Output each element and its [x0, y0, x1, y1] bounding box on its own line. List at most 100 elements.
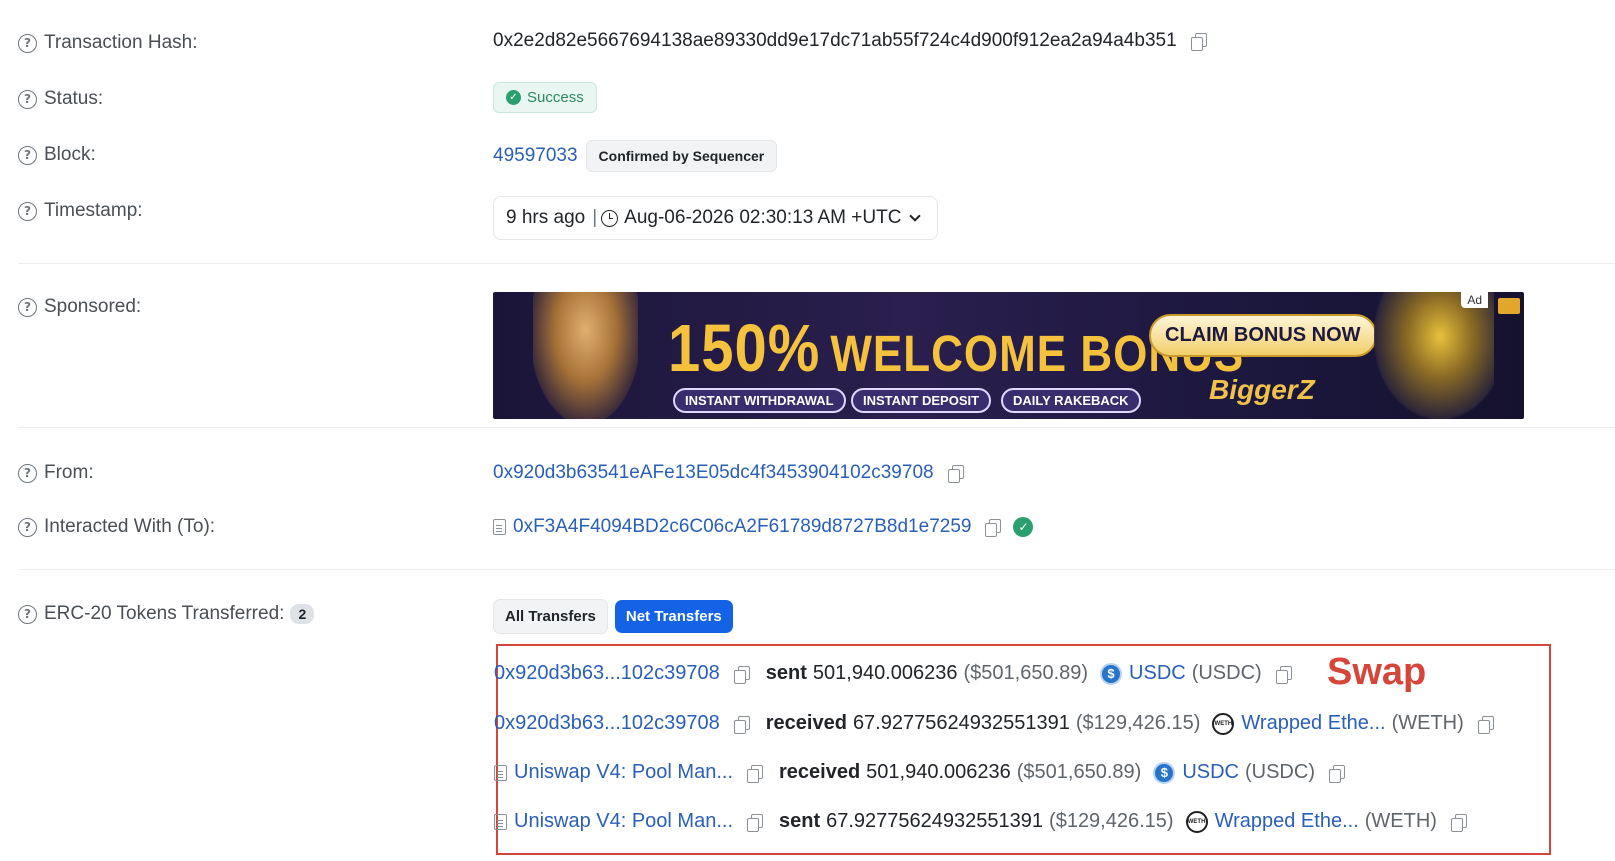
token-link[interactable]: USDC — [1129, 662, 1186, 685]
sponsored-banner[interactable]: 150% WELCOME BONUS CLAIM BONUS NOW INSTAN… — [493, 292, 1524, 419]
timestamp-value-row: 9 hrs ago | Aug-06-2026 02:30:13 AM +UTC — [493, 196, 939, 240]
timestamp-absolute: Aug-06-2026 02:30:13 AM +UTC — [624, 207, 902, 228]
transfer-amount: 67.92775624932551391 — [826, 810, 1044, 832]
ad-pill-rakeback: DAILY RAKEBACK — [1001, 388, 1141, 413]
check-circle-icon: ✓ — [506, 90, 521, 105]
transfer-usd: ($501,650.89) — [963, 662, 1089, 684]
from-address-link[interactable]: 0x920d3b63541eAFe13E05dc4f3453904102c397… — [493, 462, 934, 484]
contract-file-icon — [493, 519, 506, 535]
confirmation-badge: Confirmed by Sequencer — [585, 140, 778, 172]
transfer-usd: ($129,426.15) — [1049, 810, 1174, 832]
sponsored-label: ? Sponsored: — [18, 296, 141, 318]
token-link[interactable]: Wrapped Ethe... — [1215, 810, 1359, 833]
ad-model-image — [533, 292, 638, 419]
to-value-row: 0xF3A4F4094BD2c6C06cA2F61789d8727B8d1e72… — [493, 516, 1034, 538]
section-divider — [18, 427, 1615, 428]
tab-all-transfers[interactable]: All Transfers — [493, 599, 608, 634]
copy-icon[interactable] — [1190, 33, 1207, 51]
swap-annotation: Swap — [1327, 651, 1427, 693]
transfer-tabs: All Transfers Net Transfers — [493, 599, 733, 634]
transfer-action: received — [765, 712, 847, 734]
ad-brand-logo: BiggerZ — [1209, 374, 1315, 405]
transfer-amount: 67.92775624932551391 — [852, 712, 1070, 734]
help-icon[interactable]: ? — [18, 201, 37, 221]
status-value-row: ✓ Success — [493, 82, 597, 113]
copy-icon[interactable] — [985, 519, 1002, 537]
tab-net-transfers[interactable]: Net Transfers — [614, 600, 733, 633]
to-label: ? Interacted With (To): — [18, 516, 215, 538]
section-divider — [18, 263, 1615, 264]
transfer-party-link[interactable]: 0x920d3b63...102c39708 — [494, 712, 720, 735]
help-icon[interactable]: ? — [18, 89, 37, 109]
tx-hash-value: 0x2e2d82e5667694138ae89330dd9e17dc71ab55… — [493, 30, 1177, 51]
transfer-row: 0x920d3b63...102c39708 sent 501,940.0062… — [494, 662, 1292, 685]
copy-icon[interactable] — [747, 764, 763, 783]
token-symbol: (WETH) — [1391, 712, 1464, 734]
block-number-link[interactable]: 49597033 — [493, 145, 578, 167]
ad-tag: Ad — [1461, 292, 1488, 308]
erc20-label: ? ERC-20 Tokens Transferred: 2 — [18, 603, 315, 625]
transfer-usd: ($129,426.15) — [1075, 712, 1201, 734]
weth-icon: WETH — [1185, 810, 1208, 833]
copy-icon[interactable] — [747, 813, 763, 832]
timestamp-label: ? Timestamp: — [18, 200, 143, 222]
chevron-down-icon — [909, 210, 922, 222]
transfer-party-link[interactable]: Uniswap V4: Pool Man... — [514, 761, 733, 784]
verified-check-icon: ✓ — [1013, 517, 1034, 537]
copy-icon[interactable] — [733, 715, 750, 734]
transfer-action: received — [779, 761, 861, 783]
from-value-row: 0x920d3b63541eAFe13E05dc4f3453904102c397… — [493, 462, 964, 484]
timestamp-relative: 9 hrs ago — [506, 207, 586, 228]
block-value-row: 49597033 Confirmed by Sequencer — [493, 140, 778, 172]
transfer-row: 0x920d3b63...102c39708 received 67.92775… — [494, 712, 1494, 735]
usdc-icon: $ — [1100, 662, 1123, 685]
help-icon[interactable]: ? — [18, 297, 37, 317]
help-icon[interactable]: ? — [18, 145, 37, 165]
section-divider — [18, 569, 1615, 570]
transfer-row: Uniswap V4: Pool Man... received 501,940… — [494, 761, 1345, 784]
token-link[interactable]: Wrapped Ethe... — [1241, 712, 1385, 735]
ad-pill-deposit: INSTANT DEPOSIT — [851, 388, 992, 413]
tx-hash-value-row: 0x2e2d82e5667694138ae89330dd9e17dc71ab55… — [493, 30, 1207, 52]
contract-file-icon — [494, 764, 507, 781]
status-label: ? Status: — [18, 88, 103, 110]
from-label: ? From: — [18, 462, 94, 484]
transfer-row: Uniswap V4: Pool Man... sent 67.92775624… — [494, 810, 1467, 833]
timestamp-dropdown[interactable]: 9 hrs ago | Aug-06-2026 02:30:13 AM +UTC — [493, 196, 939, 240]
help-icon[interactable]: ? — [18, 463, 37, 483]
contract-file-icon — [494, 813, 507, 830]
token-symbol: (WETH) — [1364, 810, 1437, 832]
transfer-count-badge: 2 — [290, 604, 315, 624]
tx-hash-label: ? Transaction Hash: — [18, 32, 197, 54]
ad-claim-button[interactable]: CLAIM BONUS NOW — [1149, 314, 1377, 357]
transfer-amount: 501,940.006236 — [812, 662, 958, 684]
ad-rider-image — [1374, 292, 1494, 419]
copy-icon[interactable] — [947, 465, 964, 483]
transfer-amount: 501,940.006236 — [866, 761, 1011, 783]
weth-icon: WETH — [1212, 712, 1235, 735]
help-icon[interactable]: ? — [18, 33, 37, 53]
help-icon[interactable]: ? — [18, 517, 37, 537]
token-symbol: (USDC) — [1191, 662, 1262, 684]
copy-icon[interactable] — [1477, 715, 1494, 734]
to-address-link[interactable]: 0xF3A4F4094BD2c6C06cA2F61789d8727B8d1e72… — [513, 516, 971, 538]
block-label: ? Block: — [18, 144, 96, 166]
transfer-party-link[interactable]: Uniswap V4: Pool Man... — [514, 810, 733, 833]
token-link[interactable]: USDC — [1182, 761, 1239, 784]
ad-pill-withdrawal: INSTANT WITHDRAWAL — [673, 388, 846, 413]
transfer-party-link[interactable]: 0x920d3b63...102c39708 — [494, 662, 720, 685]
transfer-usd: ($501,650.89) — [1016, 761, 1142, 783]
copy-icon[interactable] — [733, 665, 750, 684]
usdc-icon: $ — [1153, 761, 1176, 784]
token-symbol: (USDC) — [1244, 761, 1315, 783]
copy-icon[interactable] — [1328, 764, 1345, 783]
help-icon[interactable]: ? — [18, 604, 37, 624]
timestamp-separator: | — [592, 207, 598, 228]
copy-icon[interactable] — [1450, 813, 1467, 832]
clock-icon — [601, 209, 619, 227]
ad-options-icon[interactable] — [1498, 298, 1520, 314]
transfer-action: sent — [779, 810, 821, 832]
status-badge: ✓ Success — [493, 82, 597, 113]
transfer-action: sent — [765, 662, 807, 684]
copy-icon[interactable] — [1275, 665, 1292, 684]
